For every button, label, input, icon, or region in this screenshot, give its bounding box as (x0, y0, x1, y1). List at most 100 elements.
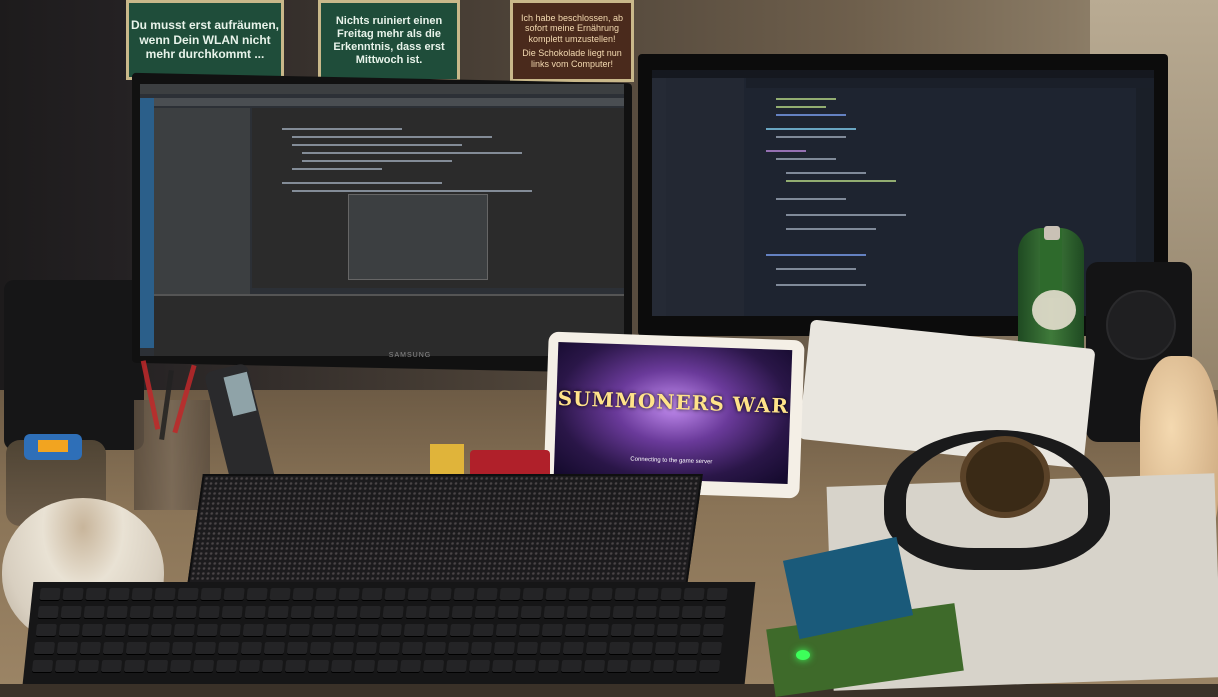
wall-sign-schokolade-text-1: Ich habe beschlossen, ab sofort meine Er… (520, 12, 624, 45)
keyboard-key (313, 606, 335, 619)
keyboard-key (56, 642, 79, 655)
keyboard-key (470, 642, 493, 655)
keyboard-key (453, 588, 475, 601)
keyboard-key (399, 660, 422, 673)
wall-sign-freitag: Nichts ruiniert einen Freitag mehr als d… (318, 0, 460, 82)
keyboard-key (541, 624, 563, 637)
keyboard-key (445, 660, 468, 673)
keyboard (22, 582, 756, 684)
keyboard-key (428, 606, 450, 619)
keyboard-key (376, 660, 399, 673)
keyboard-key (497, 606, 519, 619)
keyboard-key (583, 660, 606, 673)
yellow-block (430, 444, 464, 478)
editor-titlebar (652, 70, 1154, 78)
keyboard-key (146, 660, 169, 673)
wall-sign-schokolade: Ich habe beschlossen, ab sofort meine Er… (510, 0, 634, 82)
keyboard-key (150, 624, 172, 637)
keyboard-key (238, 660, 261, 673)
keyboard-key (704, 606, 726, 619)
keyboard-key (683, 588, 705, 601)
keyboard-key (290, 606, 312, 619)
keyboard-key (169, 660, 192, 673)
keyboard-key (545, 588, 567, 601)
keyboard-key (108, 588, 130, 601)
keyboard-key (514, 660, 537, 673)
keyboard-key (244, 606, 266, 619)
keyboard-key (675, 660, 698, 673)
keyboard-key (131, 588, 153, 601)
keyboard-key (608, 642, 631, 655)
keyboard-key (656, 624, 678, 637)
wall-sign-wlan-text: Du musst erst aufräumen, wenn Dein WLAN … (130, 18, 280, 62)
keyboard-key (677, 642, 700, 655)
speaker-right-cone (1106, 290, 1176, 360)
keyboard-key (537, 660, 560, 673)
keyboard-key (424, 642, 447, 655)
keyboard-key (221, 606, 243, 619)
keyboard-key (635, 606, 657, 619)
keyboard-key (405, 606, 427, 619)
keyboard-key (127, 624, 149, 637)
keyboard-key (311, 624, 333, 637)
keyboard-key (700, 642, 723, 655)
keyboard-key (192, 660, 215, 673)
keyboard-key (31, 660, 54, 673)
keyboard-key (702, 624, 724, 637)
keyboard-key (246, 588, 268, 601)
keyboard-key (403, 624, 425, 637)
keyboard-key (679, 624, 701, 637)
keyboard-key (54, 660, 77, 673)
keyboard-key (422, 660, 445, 673)
keyboard-key (83, 606, 105, 619)
keyboard-key (476, 588, 498, 601)
keyboard-key (265, 624, 287, 637)
ide-tabs (154, 98, 624, 106)
keyboard-key (81, 624, 103, 637)
keyboard-key (654, 642, 677, 655)
keyboard-key (564, 624, 586, 637)
keyboard-key (106, 606, 128, 619)
keyboard-key (77, 660, 100, 673)
monitor-left-screen (140, 84, 624, 356)
game-logo: SUMMONERS WAR (557, 385, 790, 419)
speaker-left (4, 280, 144, 450)
keyboard-key (614, 588, 636, 601)
keyboard-key (173, 624, 195, 637)
keyboard-key (353, 660, 376, 673)
keyboard-key (123, 660, 146, 673)
keyboard-key (560, 660, 583, 673)
keyboard-key (585, 642, 608, 655)
monitor-brand-label: SAMSUNG (388, 352, 432, 359)
keyboard-key (219, 624, 241, 637)
keyboard-key (631, 642, 654, 655)
keyboard-key (606, 660, 629, 673)
keyboard-key (612, 606, 634, 619)
keyboard-key (522, 588, 544, 601)
wall-sign-schokolade-text-2: Die Schokolade liegt nun links vom Compu… (522, 47, 622, 69)
keyboard-key (591, 588, 613, 601)
keyboard-key (177, 588, 199, 601)
keyboard-key (125, 642, 148, 655)
keyboard-key (652, 660, 675, 673)
keyboard-key (426, 624, 448, 637)
keyboard-key (472, 624, 494, 637)
keyboard-key (223, 588, 245, 601)
keyboard-key (610, 624, 632, 637)
keyboard-key (332, 642, 355, 655)
keyboard-key (336, 606, 358, 619)
keyboard-key (263, 642, 286, 655)
keyboard-key (430, 588, 452, 601)
keyboard-key (380, 624, 402, 637)
wall-sign-freitag-text: Nichts ruiniert einen Freitag mehr als d… (333, 14, 445, 67)
keyboard-key (334, 624, 356, 637)
keyboard-key (681, 606, 703, 619)
keyboard-key (587, 624, 609, 637)
headphones-earcup (960, 436, 1050, 518)
keyboard-key (60, 606, 82, 619)
keyboard-key (382, 606, 404, 619)
keyboard-key (562, 642, 585, 655)
keyboard-key (269, 588, 291, 601)
keyboard-key (39, 588, 61, 601)
ide-menubar (140, 84, 624, 94)
